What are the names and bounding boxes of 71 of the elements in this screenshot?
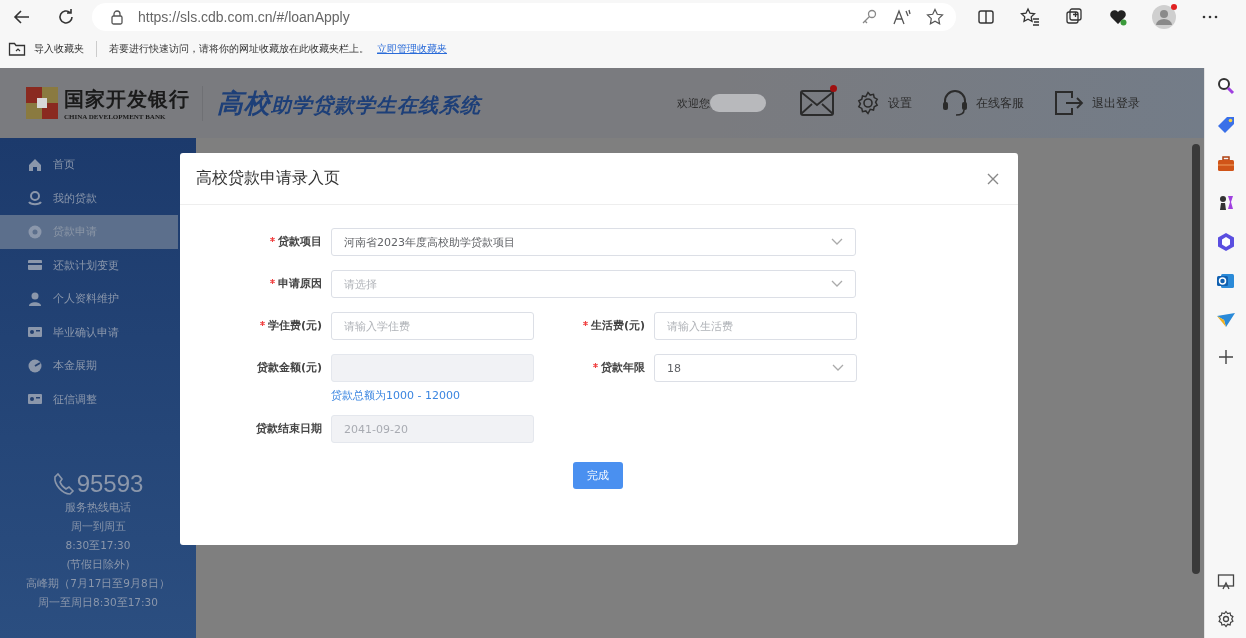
bank-logo-icon <box>26 87 58 119</box>
input-field[interactable]: 请输入生活费 <box>654 312 857 340</box>
favorites-hint: 若要进行快速访问，请将你的网址收藏放在此收藏夹栏上。 <box>109 42 369 56</box>
address-bar[interactable]: https://sls.cdb.com.cn/#/loanApply <box>92 3 956 31</box>
hotline-info: (节假日除外) <box>66 557 130 572</box>
mail-icon[interactable] <box>800 90 834 116</box>
field-label: 生活费(元) <box>590 319 645 333</box>
star-icon[interactable] <box>926 8 944 26</box>
add-icon[interactable] <box>1217 349 1234 365</box>
nav-item[interactable]: 毕业确认申请 <box>0 315 196 349</box>
nav-item[interactable]: 征信调整 <box>0 382 196 416</box>
hotline-info: 高峰期（7月17日至9月8日） <box>26 576 170 591</box>
field-label: 申请原因 <box>278 277 322 291</box>
hotline-info: 周一至周日8:30至17:30 <box>38 595 158 610</box>
hexagon-icon[interactable] <box>1215 232 1236 252</box>
folder-icon[interactable] <box>8 41 26 57</box>
nav-item[interactable]: 还款计划变更 <box>0 248 196 282</box>
field-label: 贷款年限 <box>601 361 645 375</box>
field-label: 学住费(元) <box>267 319 322 333</box>
hotline-number: 95593 <box>76 470 144 498</box>
nav-item[interactable]: 首页 <box>0 148 196 182</box>
field-label: 贷款项目 <box>278 235 322 249</box>
chevron-down-icon <box>831 238 843 246</box>
person-icon <box>27 290 43 307</box>
nav-item[interactable]: 我的贷款 <box>0 181 196 215</box>
select-field[interactable]: 18 <box>654 354 857 382</box>
profile-avatar-icon[interactable] <box>1152 5 1176 29</box>
chevron-down-icon <box>831 280 843 288</box>
headset-icon[interactable] <box>942 89 968 117</box>
select-field[interactable]: 河南省2023年度高校助学贷款项目 <box>331 228 856 256</box>
settings-icon[interactable] <box>1216 610 1235 628</box>
system-title: 高校助学贷款学生在线系统 <box>217 86 481 120</box>
close-icon[interactable] <box>986 171 1000 186</box>
search-icon[interactable] <box>1215 76 1236 96</box>
screen-icon[interactable] <box>1216 573 1235 591</box>
field-label: 贷款结束日期 <box>256 422 322 436</box>
key-icon[interactable] <box>860 8 878 26</box>
bank-name: 国家开发银行 <box>64 85 190 113</box>
amount-range-hint: 贷款总额为1000 - 12000 <box>331 388 461 403</box>
heart-icon[interactable] <box>1108 7 1128 27</box>
welcome-text: 欢迎您 <box>677 95 710 111</box>
header-link[interactable]: 设置 <box>888 94 912 112</box>
url-text: https://sls.cdb.com.cn/#/loanApply <box>138 9 350 25</box>
nav-item[interactable]: 个人资料维护 <box>0 282 196 316</box>
import-favorites-link[interactable]: 导入收藏夹 <box>34 42 84 56</box>
dialog-title: 高校贷款申请录入页 <box>196 168 340 189</box>
field-label: 贷款金额(元) <box>256 361 322 375</box>
gauge-icon <box>27 357 43 374</box>
collections-icon[interactable] <box>1064 7 1084 27</box>
select-field[interactable]: 请选择 <box>331 270 856 298</box>
mail-app-icon[interactable] <box>1215 271 1236 291</box>
hotline-info: 服务热线电话 <box>65 500 131 515</box>
manage-favorites-link[interactable]: 立即管理收藏夹 <box>377 42 447 56</box>
header-link[interactable]: 在线客服 <box>976 94 1024 112</box>
nav-item[interactable]: 本金展期 <box>0 349 196 383</box>
hotline-info: 周一到周五 <box>70 519 126 534</box>
hotline-info: 8:30至17:30 <box>65 538 131 553</box>
phone-icon <box>52 472 75 496</box>
input-field[interactable]: 请输入学住费 <box>331 312 534 340</box>
favorites-icon[interactable] <box>1020 7 1040 27</box>
split-screen-icon[interactable] <box>976 7 996 27</box>
briefcase-icon[interactable] <box>1215 154 1236 174</box>
username-redacted <box>710 94 766 112</box>
header-link[interactable]: 退出登录 <box>1092 94 1140 112</box>
finish-button[interactable]: 完成 <box>573 462 623 489</box>
logout-icon[interactable] <box>1054 90 1084 116</box>
home-icon <box>27 156 43 173</box>
lock-icon <box>110 9 124 25</box>
chevron-down-icon <box>832 364 844 372</box>
read-aloud-icon[interactable] <box>892 8 912 26</box>
refresh-icon[interactable] <box>56 7 76 27</box>
